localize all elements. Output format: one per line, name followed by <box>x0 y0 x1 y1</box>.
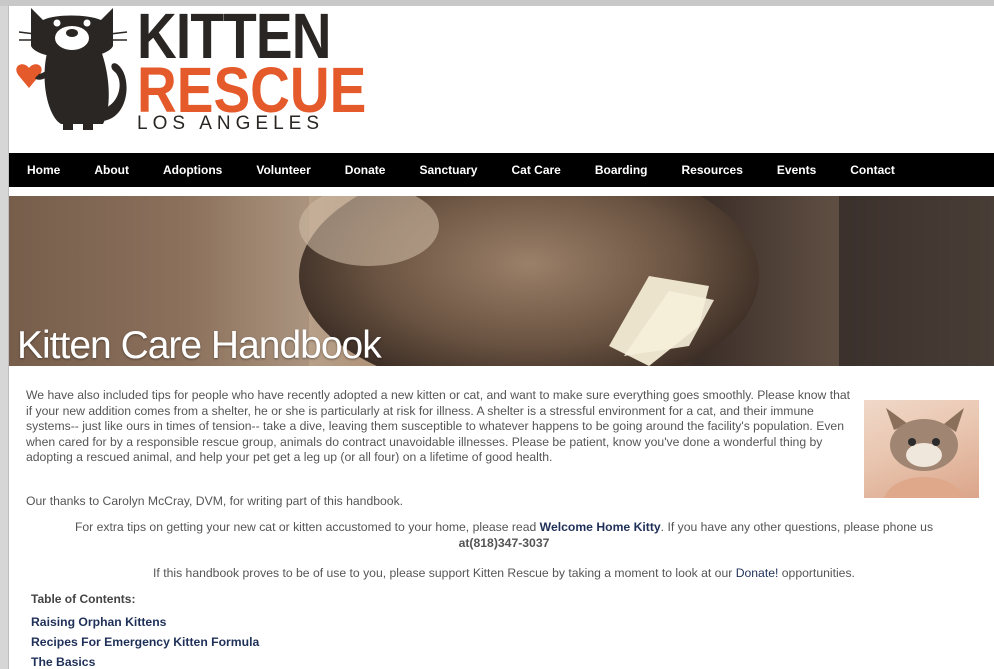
cat-mascot-icon <box>16 8 128 130</box>
nav-item-cat-care[interactable]: Cat Care <box>511 163 560 177</box>
intro-paragraph: We have also included tips for people wh… <box>26 388 851 465</box>
toc-link-raising-orphan-kittens[interactable]: Raising Orphan Kittens <box>31 612 259 632</box>
kitten-image-icon <box>884 408 964 498</box>
toc-list: Raising Orphan Kittens Recipes For Emerg… <box>31 612 259 669</box>
kitten-photo <box>864 400 979 498</box>
nav-item-contact[interactable]: Contact <box>850 163 895 177</box>
donate-link[interactable]: Donate! <box>736 566 779 580</box>
nav-item-about[interactable]: About <box>94 163 129 177</box>
page-title: Kitten Care Handbook <box>17 324 382 366</box>
toc-link-recipes-emergency-formula[interactable]: Recipes For Emergency Kitten Formula <box>31 632 259 652</box>
nav-item-adoptions[interactable]: Adoptions <box>163 163 222 177</box>
site-logo[interactable]: KITTEN RESCUE LOS ANGELES <box>9 6 366 146</box>
tips-text-before: For extra tips on getting your new cat o… <box>74 520 540 534</box>
support-text-after: opportunities. <box>778 566 855 580</box>
nav-item-home[interactable]: Home <box>27 163 60 177</box>
welcome-home-kitty-link[interactable]: Welcome Home Kitty <box>540 520 661 534</box>
nav-item-resources[interactable]: Resources <box>682 163 743 177</box>
support-text-before: If this handbook proves to be of use to … <box>153 566 736 580</box>
nav-item-volunteer[interactable]: Volunteer <box>256 163 310 177</box>
window-left-border <box>0 6 9 669</box>
nav-item-sanctuary[interactable]: Sanctuary <box>419 163 477 177</box>
phone-number: at(818)347-3037 <box>458 536 550 550</box>
toc-heading: Table of Contents: <box>31 592 136 606</box>
tips-text-after: . If you have any other questions, pleas… <box>660 520 934 534</box>
tips-paragraph: For extra tips on getting your new cat o… <box>19 519 989 551</box>
nav-item-donate[interactable]: Donate <box>345 163 386 177</box>
main-nav: Home About Adoptions Volunteer Donate Sa… <box>9 153 994 187</box>
hero-banner: Kitten Care Handbook <box>9 196 994 366</box>
nav-item-boarding[interactable]: Boarding <box>595 163 648 177</box>
page: KITTEN RESCUE LOS ANGELES Home About Ado… <box>9 6 994 669</box>
support-paragraph: If this handbook proves to be of use to … <box>19 566 989 580</box>
logo-text-los-angeles: LOS ANGELES <box>137 113 325 134</box>
thanks-text: Our thanks to Carolyn McCray, DVM, for w… <box>26 494 404 508</box>
nav-item-events[interactable]: Events <box>777 163 816 177</box>
toc-link-the-basics[interactable]: The Basics <box>31 652 259 669</box>
